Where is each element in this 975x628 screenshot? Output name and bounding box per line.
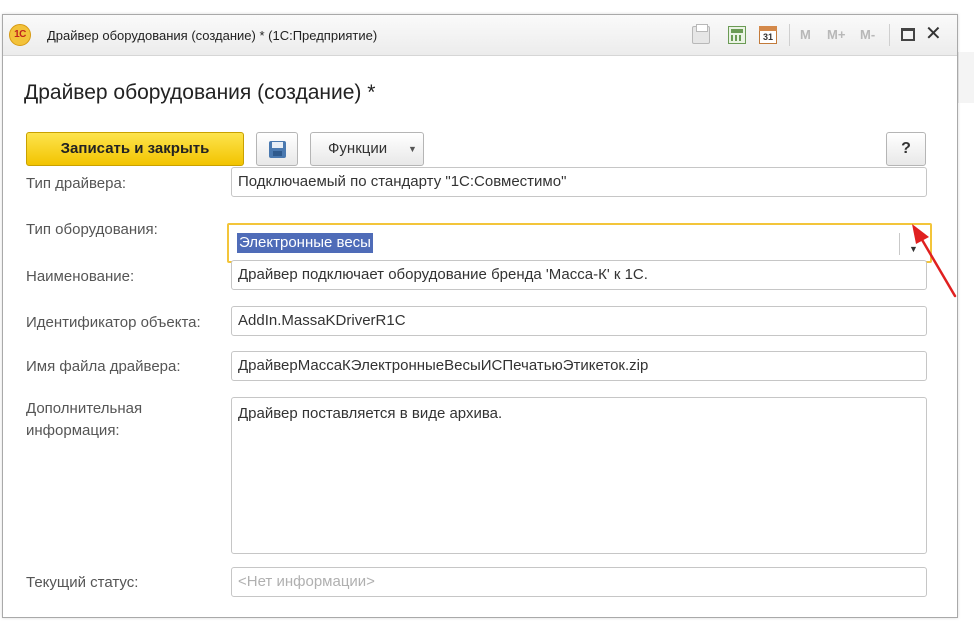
- equipment-type-label: Тип оборудования:: [26, 221, 158, 238]
- status-field: <Нет информации>: [231, 567, 927, 597]
- driver-type-label: Тип драйвера:: [26, 175, 126, 192]
- extra-info-textarea[interactable]: Драйвер поставляется в виде архива.: [231, 397, 927, 554]
- memory-m-button[interactable]: M: [800, 27, 811, 42]
- name-field[interactable]: Драйвер подключает оборудование бренда '…: [231, 260, 927, 290]
- toolbar-separator: [789, 24, 790, 46]
- calculator-icon[interactable]: [728, 26, 746, 44]
- equipment-type-value: Электронные весы: [237, 233, 373, 253]
- equipment-type-dropdown[interactable]: Электронные весы ▼: [227, 223, 932, 263]
- title-bar: 1С Драйвер оборудования (создание) * (1С…: [3, 15, 957, 56]
- background-scrollbar: [958, 52, 974, 103]
- save-button[interactable]: [256, 132, 298, 166]
- name-label: Наименование:: [26, 268, 135, 285]
- help-button[interactable]: ?: [886, 132, 926, 166]
- object-id-field[interactable]: AddIn.MassaKDriverR1C: [231, 306, 927, 336]
- form-title: Драйвер оборудования (создание) *: [24, 81, 376, 104]
- calendar-icon[interactable]: 31: [759, 26, 777, 44]
- print-icon[interactable]: [692, 24, 710, 44]
- extra-info-label: Дополнительная информация:: [26, 400, 143, 439]
- floppy-disk-icon: [269, 141, 286, 158]
- app-logo-icon: 1С: [9, 24, 31, 46]
- object-id-label: Идентификатор объекта:: [26, 314, 201, 331]
- file-name-label: Имя файла драйвера:: [26, 358, 181, 375]
- driver-type-field[interactable]: Подключаемый по стандарту "1С:Совместимо…: [231, 167, 927, 197]
- save-and-close-button[interactable]: Записать и закрыть: [26, 132, 244, 166]
- functions-menu-button[interactable]: Функции ▼: [310, 132, 424, 166]
- functions-label: Функции: [328, 140, 388, 157]
- file-name-field[interactable]: ДрайверМассаКЭлектронныеВесыИСПечатьюЭти…: [231, 351, 927, 381]
- close-icon[interactable]: ✕: [925, 24, 942, 44]
- dropdown-caret-icon[interactable]: ▼: [909, 235, 918, 261]
- maximize-icon[interactable]: [901, 28, 915, 41]
- caret-down-icon: ▼: [408, 144, 417, 154]
- memory-minus-button[interactable]: M-: [860, 27, 875, 42]
- window: 1С Драйвер оборудования (создание) * (1С…: [2, 14, 958, 618]
- memory-plus-button[interactable]: M+: [827, 27, 845, 42]
- dropdown-separator: [899, 233, 900, 255]
- window-title: Драйвер оборудования (создание) * (1С:Пр…: [47, 28, 378, 43]
- toolbar-separator: [889, 24, 890, 46]
- status-label: Текущий статус:: [26, 574, 139, 591]
